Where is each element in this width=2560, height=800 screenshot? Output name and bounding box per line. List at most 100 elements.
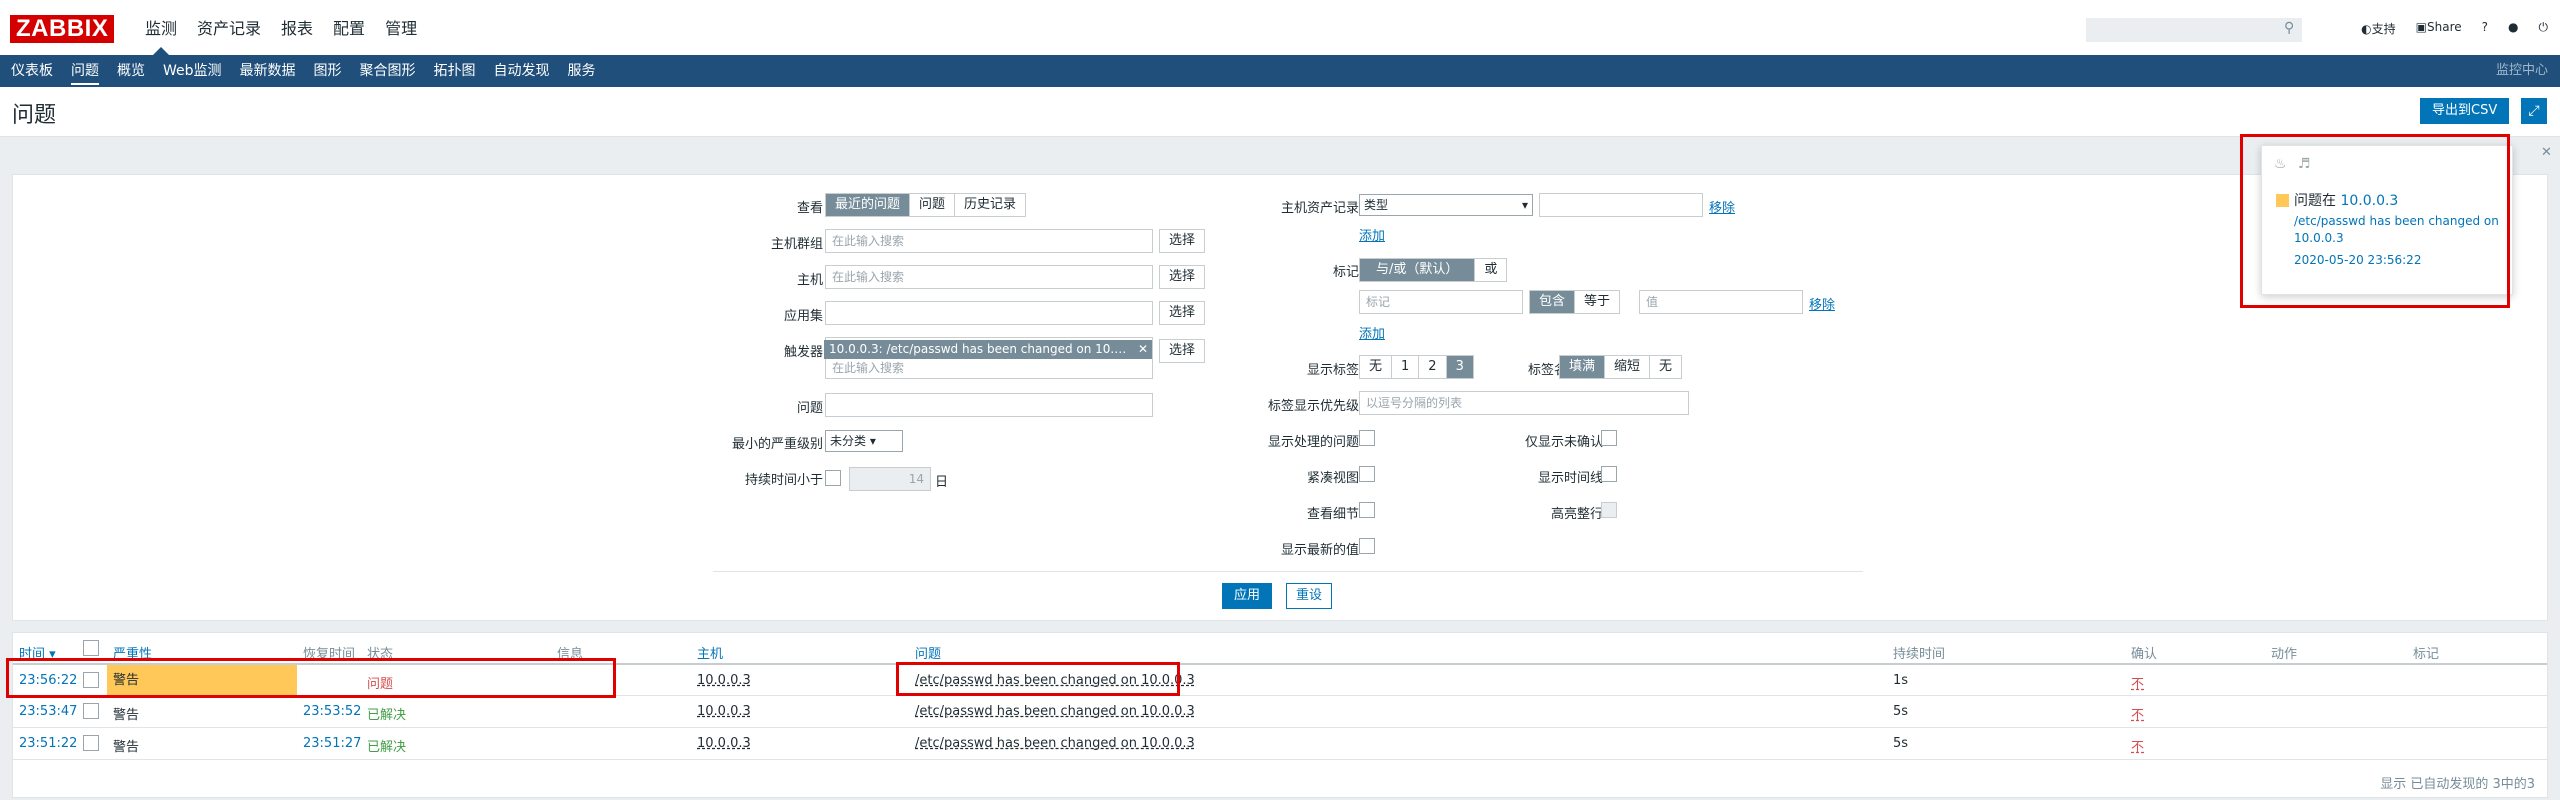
- subnav-latest-data[interactable]: 最新数据: [231, 55, 305, 87]
- row-checkbox[interactable]: [83, 735, 99, 751]
- compact-view-checkbox[interactable]: [1359, 466, 1375, 482]
- tag-name-input[interactable]: 标记: [1359, 290, 1523, 314]
- host-input[interactable]: 在此输入搜索: [825, 265, 1153, 289]
- tag-name-short[interactable]: 缩短: [1605, 356, 1651, 378]
- inventory-remove-link[interactable]: 移除: [1709, 197, 1735, 216]
- tag-remove-link[interactable]: 移除: [1809, 294, 1835, 313]
- show-suppressed-checkbox[interactable]: [1359, 430, 1375, 446]
- row-host[interactable]: 10.0.0.3: [697, 704, 751, 719]
- tag-add-link[interactable]: 添加: [1359, 323, 1385, 342]
- row-status: 已解决: [367, 708, 407, 723]
- subnav-graphs[interactable]: 图形: [305, 55, 351, 87]
- row-ack[interactable]: 不: [2131, 673, 2144, 692]
- menu-monitoring[interactable]: 监测: [135, 0, 187, 55]
- top-links: ◐ 支持 ▣ Share ? ● ⏻: [2361, 20, 2548, 37]
- col-host[interactable]: 主机: [697, 643, 723, 662]
- show-details-checkbox[interactable]: [1359, 502, 1375, 518]
- row-checkbox[interactable]: [83, 703, 99, 719]
- subnav-dashboard[interactable]: 仪表板: [2, 55, 62, 87]
- tag-match-toggle: 包含 等于: [1529, 290, 1621, 314]
- select-all-checkbox[interactable]: [83, 640, 99, 656]
- remove-tag-icon[interactable]: ✕: [1138, 340, 1148, 359]
- annotation-box-popup: [2240, 134, 2510, 308]
- zabbix-logo[interactable]: ZABBIX: [10, 15, 115, 43]
- view-problems[interactable]: 问题: [910, 194, 956, 216]
- host-group-select-button[interactable]: 选择: [1159, 229, 1206, 253]
- search-icon[interactable]: ⚲: [2284, 20, 2294, 36]
- subnav-web[interactable]: Web监测: [154, 55, 231, 87]
- row-problem[interactable]: /etc/passwd has been changed on 10.0.0.3: [915, 704, 1195, 719]
- unack-only-checkbox[interactable]: [1601, 430, 1617, 446]
- close-popup-icon[interactable]: ✕: [2541, 145, 2552, 160]
- show-tags-2[interactable]: 2: [1419, 356, 1447, 378]
- logout-icon[interactable]: ⏻: [2539, 20, 2549, 37]
- subnav-discovery[interactable]: 自动发现: [485, 55, 559, 87]
- inventory-add-link[interactable]: 添加: [1359, 225, 1385, 244]
- highlight-row-checkbox[interactable]: [1601, 502, 1617, 518]
- tag-name-none[interactable]: 无: [1650, 356, 1682, 378]
- view-recent-problems[interactable]: 最近的问题: [826, 194, 911, 216]
- share-link[interactable]: ▣ Share: [2416, 20, 2462, 37]
- show-latest-values-checkbox[interactable]: [1359, 538, 1375, 554]
- export-csv-button[interactable]: 导出到CSV: [2420, 98, 2510, 124]
- inventory-field-select[interactable]: 类型 ▾: [1359, 194, 1533, 216]
- subnav-problems[interactable]: 问题: [62, 55, 108, 87]
- trigger-tag[interactable]: 10.0.0.3: /etc/passwd has been changed o…: [824, 340, 1152, 359]
- inventory-value-input[interactable]: [1539, 193, 1703, 217]
- menu-administration[interactable]: 管理: [375, 0, 427, 55]
- row-ack[interactable]: 不: [2131, 704, 2144, 723]
- show-tags-1[interactable]: 1: [1392, 356, 1420, 378]
- row-recovery[interactable]: 23:51:27: [303, 736, 361, 751]
- menu-reports[interactable]: 报表: [271, 0, 323, 55]
- duration-input[interactable]: 14: [849, 467, 931, 491]
- row-time[interactable]: 23:53:47: [19, 704, 77, 719]
- subnav-overview[interactable]: 概览: [108, 55, 154, 87]
- subnav-screens[interactable]: 聚合图形: [351, 55, 425, 87]
- trigger-search-input[interactable]: 在此输入搜索: [826, 358, 1146, 378]
- duration-checkbox[interactable]: [825, 470, 841, 486]
- problems-table: 时间 ▾ 严重性 恢复时间 状态 信息 主机 问题 持续时间 确认 动作 标记 …: [12, 632, 2548, 798]
- tags-or[interactable]: 或: [1475, 259, 1507, 281]
- tag-match-equals[interactable]: 等于: [1575, 291, 1620, 313]
- chevron-down-icon: ▾: [1521, 198, 1528, 212]
- row-host[interactable]: 10.0.0.3: [697, 736, 751, 751]
- tag-name-full[interactable]: 填满: [1560, 356, 1606, 378]
- col-problem[interactable]: 问题: [915, 643, 941, 662]
- help-icon[interactable]: ?: [2482, 20, 2488, 37]
- show-timeline-checkbox[interactable]: [1601, 466, 1617, 482]
- application-input[interactable]: [825, 301, 1153, 325]
- global-search-input[interactable]: [2086, 18, 2302, 42]
- row-ack[interactable]: 不: [2131, 736, 2144, 755]
- tag-priority-input[interactable]: 以逗号分隔的列表: [1359, 391, 1689, 415]
- subnav-services[interactable]: 服务: [559, 55, 605, 87]
- subnav-maps[interactable]: 拓扑图: [425, 55, 485, 87]
- row-host[interactable]: 10.0.0.3: [697, 673, 751, 688]
- table-bottom-border: [13, 759, 2547, 760]
- trigger-select-button[interactable]: 选择: [1159, 339, 1206, 363]
- show-tags-none[interactable]: 无: [1360, 356, 1393, 378]
- problem-input[interactable]: [825, 393, 1153, 417]
- row-time[interactable]: 23:51:22: [19, 736, 77, 751]
- host-select-button[interactable]: 选择: [1159, 265, 1206, 289]
- tag-value-input[interactable]: 值: [1639, 290, 1803, 314]
- trigger-label: 触发器: [783, 345, 823, 360]
- tag-name-label: 标签名: [1527, 363, 1567, 378]
- row-problem[interactable]: /etc/passwd has been changed on 10.0.0.3: [915, 736, 1195, 751]
- show-suppressed-label: 显示处理的问题: [1267, 435, 1359, 450]
- show-tags-3[interactable]: 3: [1446, 356, 1473, 378]
- host-group-input[interactable]: 在此输入搜索: [825, 229, 1153, 253]
- tags-and-or[interactable]: 与/或（默认）: [1360, 259, 1476, 281]
- menu-configuration[interactable]: 配置: [323, 0, 375, 55]
- tag-match-contains[interactable]: 包含: [1530, 291, 1576, 313]
- support-link[interactable]: ◐ 支持: [2361, 20, 2396, 37]
- min-severity-select[interactable]: 未分类 ▾: [825, 430, 903, 452]
- row-recovery[interactable]: 23:53:52: [303, 704, 361, 719]
- reset-button[interactable]: 重设: [1286, 583, 1333, 609]
- chevron-down-icon: ▾: [869, 434, 876, 448]
- menu-inventory[interactable]: 资产记录: [187, 0, 271, 55]
- user-profile-icon[interactable]: ●: [2508, 20, 2518, 37]
- application-select-button[interactable]: 选择: [1159, 301, 1206, 325]
- view-history[interactable]: 历史记录: [955, 194, 1026, 216]
- fullscreen-icon[interactable]: ⤢: [2521, 98, 2547, 124]
- apply-button[interactable]: 应用: [1222, 583, 1273, 609]
